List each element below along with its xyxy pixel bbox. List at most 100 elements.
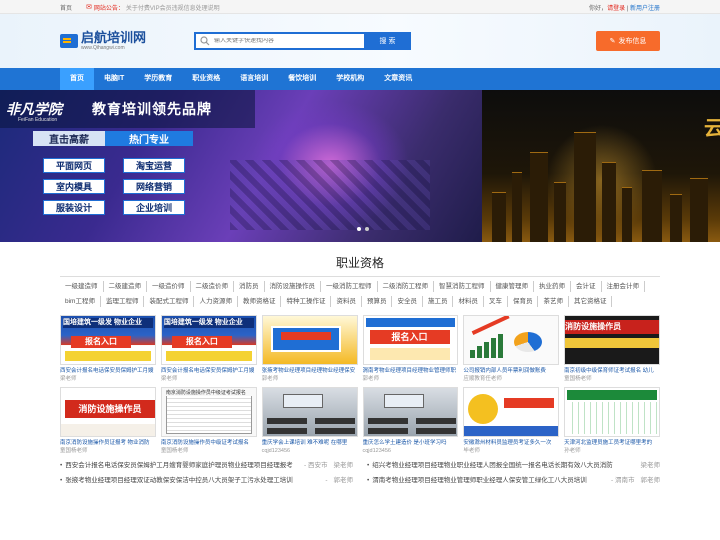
list-item[interactable]: • 渭南考物业经理项目经理物业管理师职业经理人保安管工绿化工八大员培训 - 渭南… [367, 476, 660, 486]
listing-title[interactable]: 南京消防设施操作员中级证考试报名 [161, 439, 257, 447]
category-tag[interactable]: 消防设施操作员 [265, 281, 321, 292]
listing-card[interactable]: 消防设施操作员 南京消防设施操作员证报考 物业消防 童国杨老师 [60, 387, 156, 455]
listing-image[interactable]: 南京消防设施操作员中级证考试报名 [160, 387, 257, 437]
nav-item-home[interactable]: 首页 [60, 68, 94, 90]
listing-image[interactable]: 国培建筑一级发 物业企业 报名入口 [160, 315, 257, 365]
category-tag[interactable]: 一级造价师 [147, 281, 191, 292]
search-input[interactable] [214, 38, 355, 44]
category-tag[interactable]: 特种工操作证 [281, 296, 332, 307]
category-tag[interactable]: 智慧消防工程师 [434, 281, 491, 292]
listing-image[interactable] [261, 315, 358, 365]
listing-card[interactable]: 报名入口 渭南考物业经理项目经理物业管理师职 郭老师 [362, 315, 459, 383]
listing-title[interactable]: 西安会计报名电话保安员保姆护工月嫂 [60, 367, 156, 375]
category-tag[interactable]: 材料员 [453, 296, 484, 307]
category-tag[interactable]: 一级消防工程师 [321, 281, 378, 292]
listing-card[interactable]: 国培建筑一级发 物业企业 报名入口 西安会计报名电话保安员保姆护工月嫂 梁老师 [60, 315, 156, 383]
listing-title[interactable]: 南京初级中级保育师证考试报名 幼儿 [564, 367, 660, 375]
bullet-icon: • [367, 477, 370, 484]
listing-image[interactable]: 消防设施操作员 [60, 387, 156, 437]
listing-card[interactable]: 国培建筑一级发 物业企业 报名入口 西安会计报名电话保安员保姆护工月嫂 梁老师 [160, 315, 257, 383]
category-tag[interactable]: bim工程师 [60, 296, 101, 307]
category-tag[interactable]: 二级消防工程师 [378, 281, 434, 292]
listing-card[interactable]: 消防设施操作员 南京初级中级保育师证考试报名 幼儿 童国杨老师 [564, 315, 660, 383]
listing-card[interactable]: 重庆怎么学土建造价 是小班学习吗 cqjd123456 [362, 387, 459, 455]
nav-item-qualification[interactable]: 职业资格 [182, 68, 230, 90]
listing-title[interactable]: 西安会计报名电话保安员保姆护工月嫂 [161, 367, 257, 375]
nav-item-language[interactable]: 语言培训 [230, 68, 278, 90]
category-tag[interactable]: 执业药师 [534, 281, 571, 292]
list-item-author: 郭老师 [640, 477, 661, 484]
category-tag[interactable]: 其它资格证 [569, 296, 613, 307]
listing-title[interactable]: 天津河北监理员施工员考证哪里考的 [564, 439, 660, 447]
category-tag[interactable]: 安全员 [392, 296, 423, 307]
list-item[interactable]: • 绍兴考物业经理项目经理物业职业经理人团报全国统一报名电话长期有效八大员消防 … [367, 461, 660, 471]
site-logo[interactable]: 启航培训网 www.Qihangwi.com [60, 31, 146, 51]
nav-item-schools[interactable]: 学校机构 [326, 68, 374, 90]
listing-title[interactable]: 公司报销内部人员年票利润做账费 [463, 367, 559, 375]
listing-title[interactable]: 重庆怎么学土建造价 是小班学习吗 [363, 439, 459, 447]
list-item-title[interactable]: 张掖考物业经理项目经理双证动教保安保洁中控员八大员架子工污水处理工培训 [65, 476, 323, 486]
category-tag[interactable]: 预算员 [362, 296, 393, 307]
category-tag[interactable]: 消防员 [234, 281, 265, 292]
nav-item-articles[interactable]: 文章资讯 [374, 68, 422, 90]
banner-slide-city[interactable]: 云 [482, 90, 720, 242]
list-item[interactable]: • 西安会计报名电话保安员保姆护工月嫂育婴师家庭护理员物业经理项目经理报考 - … [60, 461, 353, 471]
login-link[interactable]: 请登录 [607, 6, 625, 12]
carousel-dot[interactable] [357, 227, 361, 231]
category-tag[interactable]: 茶艺师 [538, 296, 569, 307]
list-item-title[interactable]: 绍兴考物业经理项目经理物业职业经理人团报全国统一报名电话长期有效八大员消防 [372, 461, 632, 471]
category-tag[interactable]: 二级建造师 [104, 281, 147, 292]
listing-title[interactable]: 渭南考物业经理项目经理物业管理师职 [363, 367, 459, 375]
nav-item-education[interactable]: 学历教育 [134, 68, 182, 90]
category-tag[interactable]: 健康管理师 [491, 281, 534, 292]
listing-card[interactable]: 公司报销内部人员年票利润做账费 应顺教育任老师 [463, 315, 560, 383]
bullet-icon: • [367, 462, 370, 469]
listing-card[interactable]: 南京消防设施操作员中级证考试报名 南京消防设施操作员中级证考试报名 童国杨老师 [160, 387, 257, 455]
list-item-title[interactable]: 西安会计报名电话保安员保姆护工月嫂育婴师家庭护理员物业经理项目经理报考 [65, 461, 302, 471]
listing-image[interactable] [362, 387, 459, 437]
top-home-link[interactable]: 首页 [60, 3, 72, 12]
category-tag[interactable]: 资料员 [331, 296, 362, 307]
listing-title[interactable]: 安徽滁州材料员监理员考证多久一次 [463, 439, 559, 447]
listing-title[interactable]: 重庆学会上课培训 难不难呢 在哪里 [262, 439, 358, 447]
listing-image[interactable] [564, 387, 660, 437]
listing-title[interactable]: 张掖考物业经理项目经理物业经理保安 [262, 367, 358, 375]
nav-item-it[interactable]: 电脑IT [94, 68, 134, 90]
nav-item-catering[interactable]: 餐饮培训 [278, 68, 326, 90]
listing-image[interactable] [463, 315, 560, 365]
listing-card[interactable]: 安徽滁州材料员监理员考证多久一次 毕老师 [463, 387, 560, 455]
category-tag[interactable]: 监理工程师 [101, 296, 145, 307]
listing-image[interactable]: 消防设施操作员 [564, 315, 660, 365]
category-tag[interactable]: 一级建造师 [60, 281, 104, 292]
category-tag[interactable]: 会计证 [571, 281, 602, 292]
listing-card[interactable]: 张掖考物业经理项目经理物业经理保安 郭老师 [261, 315, 358, 383]
banner-carousel[interactable]: 非凡学院 FeiFan Education 教育培训领先品牌 直击高薪 热门专业… [0, 90, 720, 242]
notice-link[interactable]: 关于付费VIP会员违规信息处理说明 [126, 3, 220, 12]
carousel-dot[interactable] [365, 227, 369, 231]
listing-image[interactable] [261, 387, 358, 437]
category-tag[interactable]: 施工员 [423, 296, 454, 307]
edit-icon: ✎ [609, 38, 616, 45]
category-tag[interactable]: 叉车 [484, 296, 508, 307]
category-tag[interactable]: 教师资格证 [238, 296, 282, 307]
listing-image[interactable] [463, 387, 560, 437]
publish-button[interactable]: ✎ 发布信息 [596, 31, 660, 51]
category-tag[interactable]: 装配式工程师 [144, 296, 195, 307]
list-item[interactable]: • 张掖考物业经理项目经理双证动教保安保洁中控员八大员架子工污水处理工培训 - … [60, 476, 353, 486]
listing-author: 郭老师 [362, 376, 380, 382]
category-tag[interactable]: 注册会计师 [602, 281, 645, 292]
category-tag[interactable]: 保育员 [508, 296, 539, 307]
listing-title[interactable]: 南京消防设施操作员证报考 物业消防 [60, 439, 156, 447]
search-button[interactable]: 搜 索 [364, 32, 412, 50]
list-item-title[interactable]: 渭南考物业经理项目经理物业管理师职业经理人保安管工绿化工八大员培训 [372, 476, 609, 486]
register-link[interactable]: 新用户注册 [630, 6, 660, 12]
listing-card[interactable]: 重庆学会上课培训 难不难呢 在哪里 cqjd123456 [261, 387, 358, 455]
category-tag[interactable]: 二级造价师 [191, 281, 234, 292]
listing-card[interactable]: 天津河北监理员施工员考证哪里考的 孙老师 [564, 387, 660, 455]
listing-image[interactable]: 国培建筑一级发 物业企业 报名入口 [60, 315, 156, 365]
listing-author: cqjd123456 [362, 448, 391, 454]
category-tag[interactable]: 人力资源师 [194, 296, 238, 307]
logo-icon [60, 34, 78, 48]
listing-image[interactable]: 报名入口 [362, 315, 459, 365]
banner-slide-main[interactable]: 非凡学院 FeiFan Education 教育培训领先品牌 直击高薪 热门专业… [0, 90, 482, 242]
